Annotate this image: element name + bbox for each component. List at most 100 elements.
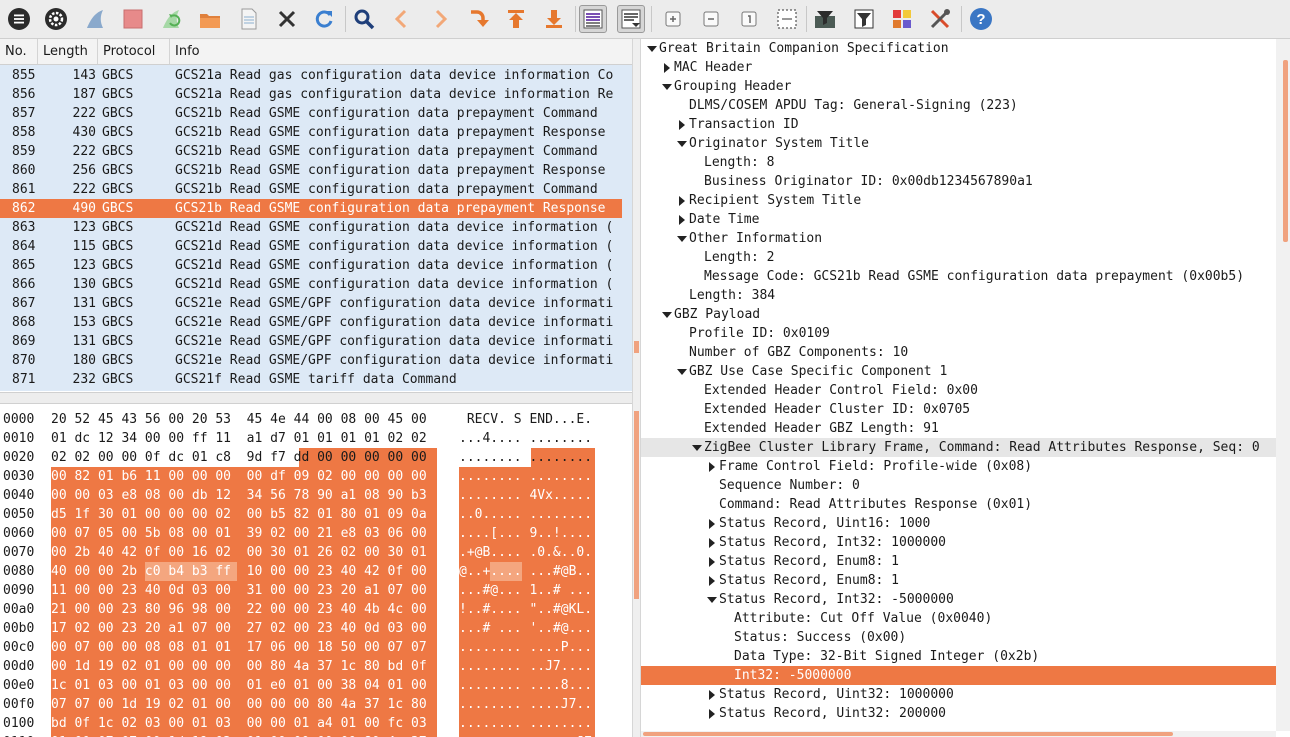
tree-node[interactable]: MAC Header — [641, 58, 1276, 77]
packet-row[interactable]: 871 232 GBCS GCS21f Read GSME tariff data C… — [0, 370, 622, 389]
bytes-hex[interactable]: 00 07 00 00 08 08 01 01 17 06 00 18 50 0… — [51, 638, 427, 657]
details-hscroll-thumb[interactable] — [643, 732, 1173, 736]
bytes-hex[interactable]: 11 00 00 23 40 0d 03 00 31 00 00 23 20 a… — [51, 581, 427, 600]
help-icon[interactable]: ? — [967, 5, 995, 33]
tree-node[interactable]: Frame Control Field: Profile-wide (0x08) — [641, 457, 1276, 476]
tree-node[interactable]: Status Record, Uint32: 200000 — [641, 704, 1276, 723]
bytes-ascii[interactable]: ........ ....8... — [459, 676, 592, 695]
bytes-hex[interactable]: d5 1f 30 01 00 00 00 02 00 b5 82 01 80 0… — [51, 505, 427, 524]
tree-node[interactable]: Status Record, Int32: 1000000 — [641, 533, 1276, 552]
tree-node[interactable]: Attribute: Cut Off Value (0x0040) — [641, 609, 1276, 628]
tree-node[interactable]: Status Record, Int32: -5000000 — [641, 590, 1276, 609]
expanded-arrow-icon[interactable] — [661, 77, 673, 96]
bytes-ascii[interactable]: ........ ......J7 — [459, 733, 592, 737]
tree-node[interactable]: Int32: -5000000 — [641, 666, 1276, 685]
bytes-hex[interactable]: 00 1d 19 02 01 00 00 00 00 80 4a 37 1c 8… — [51, 657, 427, 676]
collapsed-arrow-icon[interactable] — [706, 571, 718, 590]
normal-size-icon[interactable] — [735, 5, 763, 33]
bytes-ascii[interactable]: .+@B.... .0.&..0. — [459, 543, 592, 562]
gear-icon[interactable] — [42, 5, 70, 33]
column-header-no[interactable]: No. — [0, 39, 38, 64]
packet-row[interactable]: 856 187 GBCS GCS21a Read gas configuration … — [0, 85, 622, 104]
bytes-hex[interactable]: 00 07 05 00 5b 08 00 01 39 02 00 21 e8 0… — [51, 524, 427, 543]
bytes-ascii[interactable]: !..#.... "..#@KL. — [459, 600, 592, 619]
tree-node[interactable]: Extended Header Cluster ID: 0x0705 — [641, 400, 1276, 419]
restart-icon[interactable] — [158, 5, 186, 33]
stop-icon[interactable] — [119, 5, 147, 33]
tree-node[interactable]: GBZ Payload — [641, 305, 1276, 324]
bytes-ascii[interactable]: @..+.... ...#@B.. — [459, 562, 592, 581]
tree-node[interactable]: ZigBee Cluster Library Frame, Command: R… — [641, 438, 1276, 457]
packet-row[interactable]: 865 123 GBCS GCS21d Read GSME configuration… — [0, 256, 622, 275]
bytes-ascii[interactable]: ........ ........ — [459, 467, 592, 486]
tree-node[interactable]: Grouping Header — [641, 77, 1276, 96]
expanded-arrow-icon[interactable] — [676, 229, 688, 248]
bytes-hex[interactable]: 1c 01 03 00 01 03 00 00 01 e0 01 00 38 0… — [51, 676, 427, 695]
zoom-out-icon[interactable] — [697, 5, 725, 33]
tree-node[interactable]: Message Code: GCS21b Read GSME configura… — [641, 267, 1276, 286]
collapsed-arrow-icon[interactable] — [661, 58, 673, 77]
tree-node[interactable]: Length: 384 — [641, 286, 1276, 305]
expanded-arrow-icon[interactable] — [646, 39, 658, 58]
packet-row[interactable]: 858 430 GBCS GCS21b Read GSME configuration… — [0, 123, 622, 142]
bytes-hex[interactable]: 40 00 00 2b c0 b4 b3 ff 10 00 00 23 40 4… — [51, 562, 427, 581]
collapsed-arrow-icon[interactable] — [706, 533, 718, 552]
file-icon[interactable] — [235, 5, 263, 33]
collapsed-arrow-icon[interactable] — [706, 457, 718, 476]
collapsed-arrow-icon[interactable] — [706, 552, 718, 571]
tree-node[interactable]: Status: Success (0x00) — [641, 628, 1276, 647]
shark-fin-icon[interactable] — [82, 5, 110, 33]
tree-node[interactable]: Sequence Number: 0 — [641, 476, 1276, 495]
search-icon[interactable] — [350, 5, 378, 33]
packet-row[interactable]: 860 256 GBCS GCS21b Read GSME configuration… — [0, 161, 622, 180]
bytes-ascii[interactable]: ........ ....P... — [459, 638, 592, 657]
bytes-ascii[interactable]: ........ ........ — [459, 448, 592, 467]
bytes-ascii[interactable]: ........ ....J7.. — [459, 695, 592, 714]
column-header-info[interactable]: Info — [170, 39, 632, 64]
zoom-in-icon[interactable] — [659, 5, 687, 33]
bytes-scroll-thumb[interactable] — [634, 411, 639, 599]
expanded-arrow-icon[interactable] — [676, 362, 688, 381]
bytes-ascii[interactable]: ..0..... ........ — [459, 505, 592, 524]
packet-row[interactable]: 857 222 GBCS GCS21b Read GSME configuration… — [0, 104, 622, 123]
details-scroll-thumb[interactable] — [1283, 60, 1288, 242]
jump-icon[interactable] — [464, 5, 492, 33]
packet-row[interactable]: 862 490 GBCS GCS21b Read GSME configuration… — [0, 199, 622, 218]
bytes-ascii[interactable]: ...#@... 1..# ... — [459, 581, 592, 600]
bytes-hex[interactable]: 07 07 00 1d 19 02 01 00 00 00 00 80 4a 3… — [51, 695, 427, 714]
collapsed-arrow-icon[interactable] — [676, 210, 688, 229]
column-header-protocol[interactable]: Protocol — [98, 39, 170, 64]
packet-row[interactable]: 864 115 GBCS GCS21d Read GSME configuration… — [0, 237, 622, 256]
back-icon[interactable] — [388, 5, 416, 33]
expanded-arrow-icon[interactable] — [706, 590, 718, 609]
tree-node[interactable]: Recipient System Title — [641, 191, 1276, 210]
bytes-hex[interactable]: 01 dc 12 34 00 00 ff 11 a1 d7 01 01 01 0… — [51, 429, 427, 448]
capture-filters-icon[interactable] — [811, 5, 839, 33]
tree-node[interactable]: GBZ Use Case Specific Component 1 — [641, 362, 1276, 381]
packet-row[interactable]: 870 180 GBCS GCS21e Read GSME/GPF configura… — [0, 351, 622, 370]
resize-columns-icon[interactable] — [773, 5, 801, 33]
bytes-hex[interactable]: 20 52 45 43 56 00 20 53 45 4e 44 00 08 0… — [51, 410, 427, 429]
tree-node[interactable]: Command: Read Attributes Response (0x01) — [641, 495, 1276, 514]
preferences-icon[interactable] — [926, 5, 954, 33]
last-icon[interactable] — [540, 5, 568, 33]
tree-node[interactable]: Status Record, Uint32: 1000000 — [641, 685, 1276, 704]
tree-node[interactable]: Date Time — [641, 210, 1276, 229]
packet-row[interactable]: 868 153 GBCS GCS21e Read GSME/GPF configura… — [0, 313, 622, 332]
bytes-ascii[interactable]: RECV. S END...E. — [459, 410, 592, 429]
bytes-hex[interactable]: 00 82 01 b6 11 00 00 00 00 df 09 02 00 0… — [51, 467, 427, 486]
collapsed-arrow-icon[interactable] — [706, 685, 718, 704]
packet-row[interactable]: 855 143 GBCS GCS21a Read gas configuration … — [0, 66, 622, 85]
menu-icon[interactable] — [5, 5, 33, 33]
tree-node[interactable]: Data Type: 32-Bit Signed Integer (0x2b) — [641, 647, 1276, 666]
close-icon[interactable] — [273, 5, 301, 33]
bytes-hex[interactable]: 17 02 00 23 20 a1 07 00 27 02 00 23 40 0… — [51, 619, 427, 638]
packet-row[interactable]: 869 131 GBCS GCS21e Read GSME/GPF configura… — [0, 332, 622, 351]
bytes-ascii[interactable]: ...4.... ........ — [459, 429, 592, 448]
tree-node[interactable]: Length: 2 — [641, 248, 1276, 267]
tree-node[interactable]: Status Record, Enum8: 1 — [641, 571, 1276, 590]
expanded-arrow-icon[interactable] — [676, 134, 688, 153]
bytes-hex[interactable]: bd 0f 1c 02 03 00 01 03 00 00 01 a4 01 0… — [51, 714, 427, 733]
tree-node[interactable]: Great Britain Companion Specification — [641, 39, 1276, 58]
bytes-ascii[interactable]: ........ ..J7.... — [459, 657, 592, 676]
